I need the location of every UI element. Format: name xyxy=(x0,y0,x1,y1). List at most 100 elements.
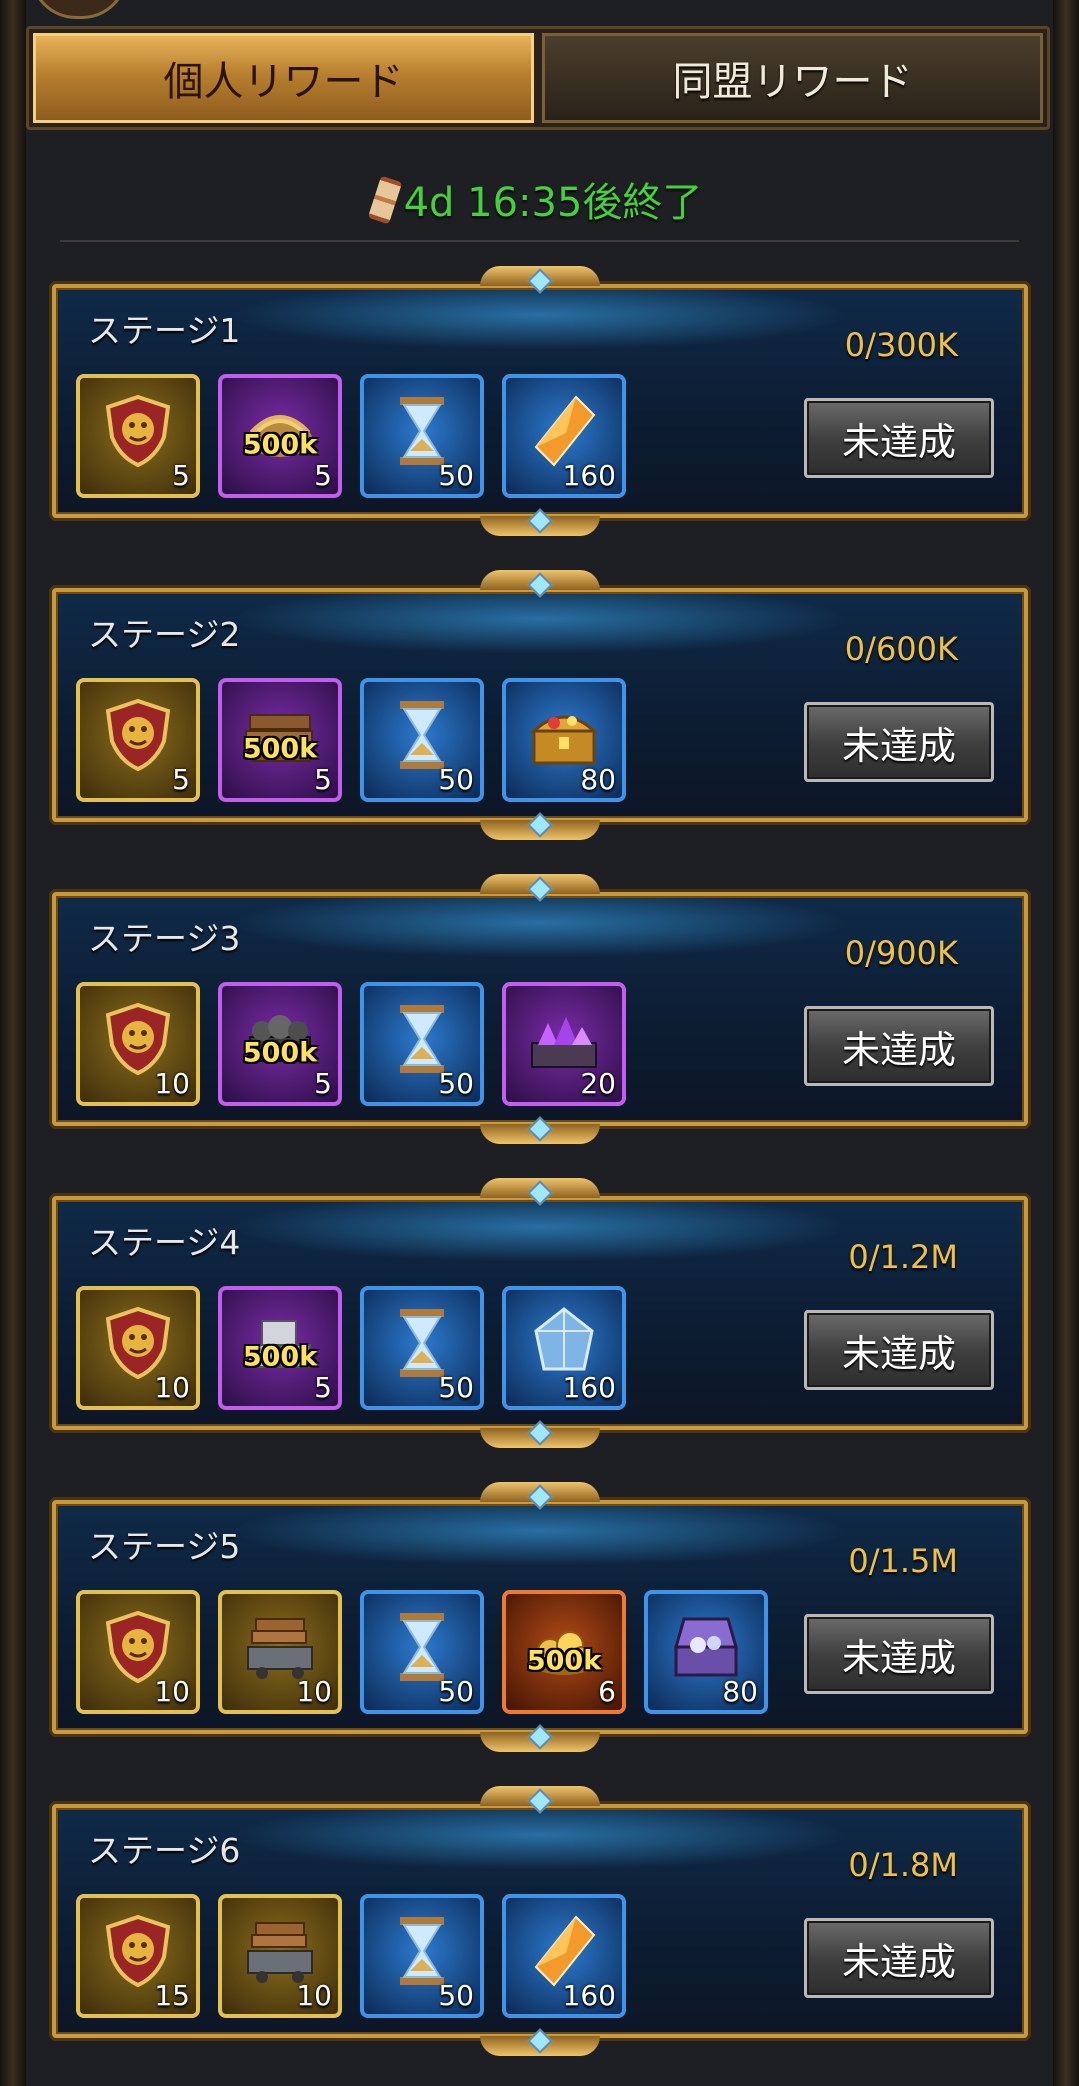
stage-title: ステージ5 xyxy=(88,1527,241,1566)
reward-item[interactable]: 50 xyxy=(360,1894,484,2018)
stage-progress: 0/1.8M xyxy=(848,1846,958,1884)
item-count: 50 xyxy=(438,1979,474,2012)
reward-items: 15 10 50 160 xyxy=(76,1894,626,2018)
reward-item[interactable]: 20 xyxy=(502,982,626,1106)
item-count: 160 xyxy=(562,1979,616,2012)
reward-item[interactable]: 10 xyxy=(218,1590,342,1714)
reward-item[interactable]: 10 xyxy=(76,982,200,1106)
reward-item[interactable]: 50 xyxy=(360,1286,484,1410)
item-count: 5 xyxy=(314,1371,332,1404)
status-button[interactable]: 未達成 xyxy=(804,1310,994,1390)
reward-item[interactable]: 15 xyxy=(76,1894,200,2018)
tab-alliance-rewards[interactable]: 同盟リワード xyxy=(542,33,1043,123)
top-medal-ornament xyxy=(30,0,128,19)
item-count: 5 xyxy=(314,763,332,796)
reward-item[interactable]: 50 xyxy=(360,374,484,498)
item-count: 50 xyxy=(438,763,474,796)
stage-card: ステージ1 0/300K 5 500k 5 50 160 未達成 xyxy=(52,266,1028,536)
item-count: 80 xyxy=(722,1675,758,1708)
amount-badge: 500k xyxy=(242,1341,318,1373)
shield-lion-icon xyxy=(100,1305,176,1381)
reward-items: 10 500k 5 50 20 xyxy=(76,982,626,1106)
status-button[interactable]: 未達成 xyxy=(804,702,994,782)
item-count: 15 xyxy=(154,1979,190,2012)
shield-lion-icon xyxy=(100,1913,176,1989)
stage-card: ステージ2 0/600K 5 500k 5 50 80 未達成 xyxy=(52,570,1028,840)
divider xyxy=(60,240,1019,242)
reward-item[interactable]: 10 xyxy=(218,1894,342,2018)
item-count: 160 xyxy=(562,1371,616,1404)
reward-item[interactable]: 500k 5 xyxy=(218,374,342,498)
stage-card: ステージ3 0/900K 10 500k 5 50 20 未達成 xyxy=(52,874,1028,1144)
reward-item[interactable]: 500k 5 xyxy=(218,1286,342,1410)
hourglass-key-icon xyxy=(384,1001,460,1077)
shield-lion-icon xyxy=(100,393,176,469)
tab-personal-rewards[interactable]: 個人リワード xyxy=(33,33,534,123)
item-count: 160 xyxy=(562,459,616,492)
reward-item[interactable]: 50 xyxy=(360,678,484,802)
stage-progress: 0/1.5M xyxy=(848,1542,958,1580)
reward-item[interactable]: 5 xyxy=(76,678,200,802)
item-count: 50 xyxy=(438,1067,474,1100)
item-count: 10 xyxy=(154,1371,190,1404)
purple-gems-icon xyxy=(526,1001,602,1077)
item-count: 10 xyxy=(296,1675,332,1708)
item-count: 6 xyxy=(598,1675,616,1708)
stage-card: ステージ5 0/1.5M 10 10 50 500k 6 80 未達成 xyxy=(52,1482,1028,1752)
item-count: 10 xyxy=(154,1675,190,1708)
reward-item[interactable]: 5 xyxy=(76,374,200,498)
status-button[interactable]: 未達成 xyxy=(804,1918,994,1998)
hourglass-hammer-icon xyxy=(384,393,460,469)
hourglass-icon xyxy=(367,175,402,225)
reward-item[interactable]: 50 xyxy=(360,982,484,1106)
reward-item[interactable]: 500k 5 xyxy=(218,678,342,802)
status-button[interactable]: 未達成 xyxy=(804,1614,994,1694)
item-count: 5 xyxy=(172,459,190,492)
reward-item[interactable]: 500k 5 xyxy=(218,982,342,1106)
reward-item[interactable]: 50 xyxy=(360,1590,484,1714)
reward-items: 5 500k 5 50 160 xyxy=(76,374,626,498)
amount-badge: 500k xyxy=(242,1037,318,1069)
stage-title: ステージ2 xyxy=(88,615,241,654)
shield-lion-icon xyxy=(100,1609,176,1685)
reward-item[interactable]: 160 xyxy=(502,374,626,498)
status-button[interactable]: 未達成 xyxy=(804,1006,994,1086)
reward-item[interactable]: 80 xyxy=(502,678,626,802)
treasure-chest-icon xyxy=(526,697,602,773)
reward-item[interactable]: 10 xyxy=(76,1286,200,1410)
orange-crystal-icon xyxy=(526,1913,602,1989)
stage-progress: 0/1.2M xyxy=(848,1238,958,1276)
hourglass-icon xyxy=(384,1609,460,1685)
item-count: 50 xyxy=(438,1371,474,1404)
stage-title: ステージ6 xyxy=(88,1831,241,1870)
resource-cart-icon xyxy=(242,1609,318,1685)
item-count: 5 xyxy=(314,459,332,492)
reward-items: 10 500k 5 50 160 xyxy=(76,1286,626,1410)
item-count: 5 xyxy=(314,1067,332,1100)
stage-title: ステージ1 xyxy=(88,311,241,350)
left-frame xyxy=(0,0,26,2086)
orange-crystal-icon xyxy=(526,393,602,469)
stage-progress: 0/300K xyxy=(844,326,958,364)
reward-tabs: 個人リワード 同盟リワード xyxy=(26,26,1050,130)
reward-item[interactable]: 10 xyxy=(76,1590,200,1714)
reward-item[interactable]: 80 xyxy=(644,1590,768,1714)
stage-title: ステージ4 xyxy=(88,1223,241,1262)
reward-items: 5 500k 5 50 80 xyxy=(76,678,626,802)
item-count: 10 xyxy=(296,1979,332,2012)
amount-badge: 500k xyxy=(526,1645,602,1677)
stage-title: ステージ3 xyxy=(88,919,241,958)
item-count: 10 xyxy=(154,1067,190,1100)
status-button[interactable]: 未達成 xyxy=(804,398,994,478)
item-count: 50 xyxy=(438,1675,474,1708)
shield-lion-icon xyxy=(100,1001,176,1077)
reward-item[interactable]: 160 xyxy=(502,1894,626,2018)
hourglass-wheel-icon xyxy=(384,697,460,773)
reward-items: 10 10 50 500k 6 80 xyxy=(76,1590,768,1714)
right-frame xyxy=(1053,0,1079,2086)
amount-badge: 500k xyxy=(242,733,318,765)
gem-chest-icon xyxy=(668,1609,744,1685)
reward-item[interactable]: 500k 6 xyxy=(502,1590,626,1714)
reward-item[interactable]: 160 xyxy=(502,1286,626,1410)
stage-progress: 0/900K xyxy=(844,934,958,972)
